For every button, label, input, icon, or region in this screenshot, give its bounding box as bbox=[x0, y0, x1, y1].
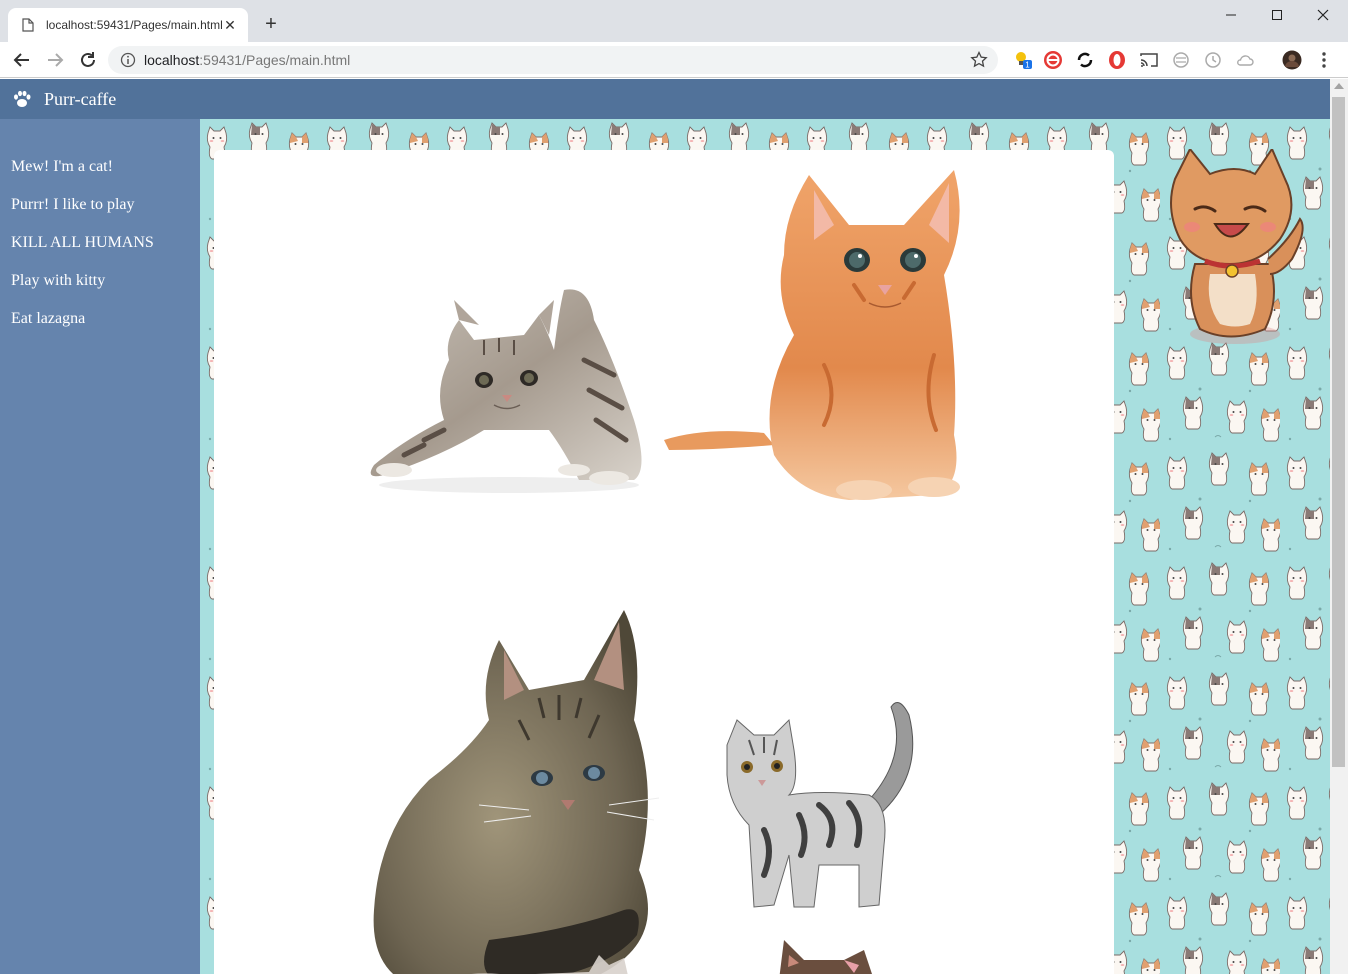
back-button[interactable] bbox=[10, 48, 34, 72]
silver-tabby-kitten-standing-image bbox=[726, 702, 914, 908]
minimize-button[interactable] bbox=[1208, 0, 1254, 30]
close-window-button[interactable] bbox=[1300, 0, 1346, 30]
sidebar-item-eat-lazagna[interactable]: Eat lazagna bbox=[0, 309, 200, 347]
paw-icon bbox=[14, 90, 31, 107]
globe-icon bbox=[1173, 52, 1189, 68]
info-icon[interactable] bbox=[120, 52, 136, 68]
lightbulb-icon: 1 bbox=[1016, 52, 1032, 70]
browser-toolbar: localhost:59431/Pages/main.html 1 bbox=[0, 42, 1348, 78]
forward-button[interactable] bbox=[43, 48, 67, 72]
orange-kitten-sitting-image bbox=[664, 170, 960, 500]
cloud-icon bbox=[1237, 55, 1254, 66]
extension-red-e[interactable] bbox=[1043, 50, 1063, 70]
close-icon bbox=[1317, 9, 1329, 21]
site-header: Purr-caffe bbox=[0, 79, 1330, 119]
sidebar-nav: Mew! I'm a cat! Purrr! I like to play KI… bbox=[0, 119, 200, 974]
page-scrollbar[interactable] bbox=[1330, 79, 1348, 974]
browser-tabstrip: localhost:59431/Pages/main.html ✕ + bbox=[0, 0, 1348, 42]
kebab-menu-icon bbox=[1322, 52, 1326, 68]
opera-icon bbox=[1109, 51, 1125, 69]
extension-lightbulb[interactable]: 1 bbox=[1013, 50, 1033, 70]
extension-cloud[interactable] bbox=[1235, 50, 1255, 70]
kitten-partial-bottom-left-image bbox=[471, 955, 628, 974]
clock-icon bbox=[1205, 52, 1221, 68]
cast-icon bbox=[1140, 53, 1158, 67]
maximize-button[interactable] bbox=[1254, 0, 1300, 30]
bookmark-star-icon[interactable] bbox=[970, 51, 988, 69]
avatar-icon bbox=[1282, 50, 1302, 70]
sidebar-item-play-with-kitty[interactable]: Play with kitty bbox=[0, 271, 200, 309]
tab-close-icon[interactable]: ✕ bbox=[222, 17, 238, 34]
site-brand[interactable]: Purr-caffe bbox=[44, 89, 116, 110]
browser-tab[interactable]: localhost:59431/Pages/main.html ✕ bbox=[8, 8, 248, 42]
extension-grey-2[interactable] bbox=[1203, 50, 1223, 70]
grey-tabby-cat-sitting-image bbox=[373, 610, 660, 974]
tabby-kitten-crouching-image bbox=[370, 289, 642, 493]
minimize-icon bbox=[1226, 14, 1236, 16]
extension-sync[interactable] bbox=[1075, 50, 1095, 70]
reload-button[interactable] bbox=[76, 48, 100, 72]
tab-title: localhost:59431/Pages/main.html bbox=[46, 18, 222, 32]
e-logo-icon bbox=[1044, 51, 1062, 69]
extension-grey-1[interactable] bbox=[1171, 50, 1191, 70]
sync-icon bbox=[1077, 52, 1093, 68]
profile-avatar[interactable] bbox=[1282, 50, 1302, 70]
maximize-icon bbox=[1272, 10, 1282, 20]
sidebar-item-mew[interactable]: Mew! I'm a cat! bbox=[0, 157, 200, 195]
cast-button[interactable] bbox=[1139, 50, 1159, 70]
new-tab-button[interactable]: + bbox=[260, 13, 282, 35]
menu-button[interactable] bbox=[1314, 50, 1334, 70]
content-card bbox=[214, 150, 1114, 974]
kitten-partial-bottom-right-image bbox=[779, 940, 872, 974]
url-text: localhost:59431/Pages/main.html bbox=[144, 52, 351, 68]
page-viewport: Purr-caffe Mew! I'm a cat! Purrr! I like… bbox=[0, 79, 1330, 974]
svg-text:1: 1 bbox=[1025, 61, 1030, 70]
arrow-left-icon bbox=[13, 53, 29, 67]
sidebar-item-kill-all-humans[interactable]: KILL ALL HUMANS bbox=[0, 233, 200, 271]
scrollbar-thumb[interactable] bbox=[1332, 97, 1345, 767]
scroll-up-arrow-icon[interactable] bbox=[1334, 83, 1344, 89]
extension-opera[interactable] bbox=[1107, 50, 1127, 70]
sidebar-item-purrr[interactable]: Purrr! I like to play bbox=[0, 195, 200, 233]
cartoon-cat-mascot-image bbox=[1170, 149, 1304, 344]
reload-icon bbox=[81, 52, 95, 67]
page-icon bbox=[22, 18, 34, 32]
address-bar[interactable]: localhost:59431/Pages/main.html bbox=[108, 46, 998, 74]
arrow-right-icon bbox=[48, 53, 64, 67]
